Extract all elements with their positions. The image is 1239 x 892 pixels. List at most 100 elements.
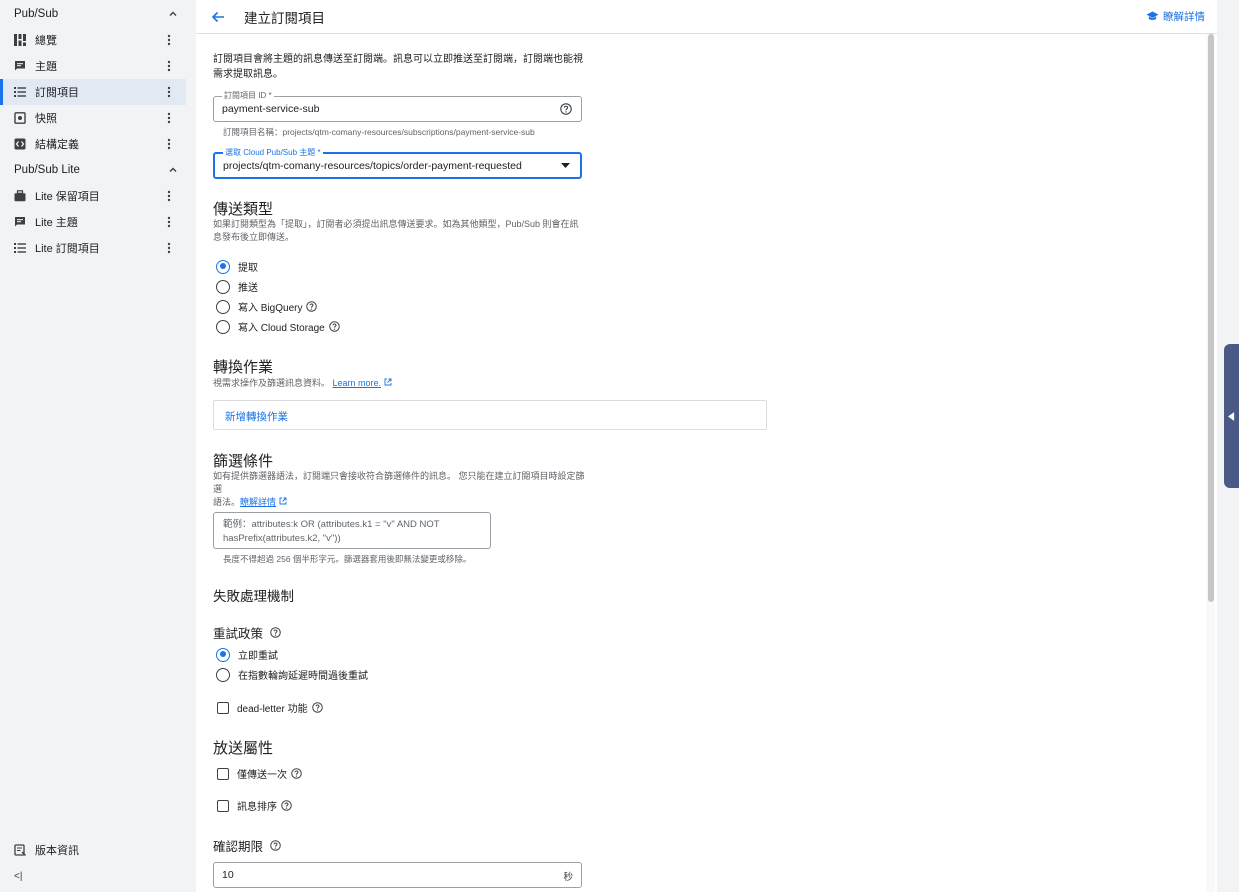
filter-learn-more-link[interactable]: 瞭解詳情	[240, 497, 276, 507]
radio-cloud-storage[interactable]: 寫入 Cloud Storage	[216, 319, 340, 334]
exactly-once-checkbox[interactable]: 僅傳送一次	[217, 766, 302, 781]
nav-section-label: Pub/Sub	[14, 8, 59, 20]
more-vert-icon[interactable]	[162, 111, 176, 125]
topic-icon	[14, 216, 26, 228]
filter-desc: 如有提供篩選器語法，訂閱端只會接收符合篩選條件的訊息。 您只能在建立訂閱項目時設…	[213, 470, 593, 509]
filter-desc-text: 語法。	[213, 497, 241, 507]
topic-select[interactable]: 選取 Cloud Pub/Sub 主題 * projects/qtm-coman…	[213, 148, 582, 179]
more-vert-icon[interactable]	[162, 189, 176, 203]
checkbox[interactable]	[217, 799, 229, 812]
ack-deadline-title: 確認期限	[213, 840, 264, 854]
release-notes-icon	[14, 844, 26, 856]
checkbox-label: 僅傳送一次	[237, 770, 287, 781]
dashboard-icon	[14, 34, 26, 46]
filter-heading: 篩選條件	[213, 453, 274, 470]
more-vert-icon[interactable]	[162, 33, 176, 47]
sidebar-item-lite-subscriptions[interactable]: Lite 訂閱項目	[0, 235, 186, 261]
radio-button[interactable]	[216, 319, 230, 334]
more-vert-icon[interactable]	[162, 241, 176, 255]
delivery-props-heading: 放送屬性	[213, 740, 274, 757]
radio-bigquery[interactable]: 寫入 BigQuery	[216, 299, 318, 314]
collapse-sidebar-button[interactable]: <|	[14, 871, 22, 882]
radio-retry-backoff[interactable]: 在指數輪詢延遲時間過後重試	[216, 667, 368, 682]
radio-label: 推送	[238, 283, 258, 294]
nav-section-pubsub[interactable]: Pub/Sub	[0, 1, 196, 27]
sidebar-item-schemas[interactable]: 結構定義	[0, 131, 186, 157]
sidebar-item-overview[interactable]: 總覽	[0, 27, 186, 53]
sidebar-item-label: Lite 保留項目	[35, 191, 100, 203]
sidebar-item-snapshots[interactable]: 快照	[0, 105, 186, 131]
snapshot-icon	[14, 112, 26, 124]
reservation-icon	[14, 190, 26, 202]
ack-deadline-input[interactable]: 10 秒	[213, 862, 582, 888]
help-icon[interactable]	[281, 800, 292, 811]
delivery-type-heading: 傳送類型	[213, 201, 274, 218]
learn-more-link[interactable]: 瞭解詳情	[1146, 9, 1205, 24]
message-ordering-checkbox[interactable]: 訊息排序	[217, 798, 292, 813]
help-icon[interactable]	[560, 103, 572, 115]
arrow-back-icon[interactable]	[210, 9, 226, 25]
help-icon[interactable]	[270, 627, 281, 638]
radio-pull[interactable]: 提取	[216, 259, 258, 274]
sidebar-item-label: Lite 主題	[35, 217, 78, 229]
sidebar-item-lite-reservations[interactable]: Lite 保留項目	[0, 183, 186, 209]
sidebar-item-subscriptions[interactable]: 訂閱項目	[0, 79, 186, 105]
field-value: projects/qtm-comany-resources/topics/ord…	[223, 160, 522, 172]
help-icon[interactable]	[311, 702, 323, 713]
filter-placeholder-line1: 範例：attributes:k OR (attributes.k1 = "v" …	[223, 519, 440, 530]
chevron-left-icon	[1228, 411, 1235, 421]
list-icon	[14, 86, 26, 98]
side-panel-toggle[interactable]	[1224, 344, 1239, 488]
checkbox-label: 訊息排序	[237, 802, 277, 813]
help-icon[interactable]	[328, 321, 340, 332]
filter-desc-line1: 如有提供篩選器語法，訂閱端只會接收符合篩選條件的訊息。 您只能在建立訂閱項目時設…	[213, 471, 585, 494]
filter-textarea[interactable]: 範例：attributes:k OR (attributes.k1 = "v" …	[213, 512, 491, 549]
sidebar-item-label: 主題	[35, 61, 57, 73]
help-icon[interactable]	[291, 768, 302, 779]
open-in-new-icon	[384, 378, 392, 386]
more-vert-icon[interactable]	[162, 85, 176, 99]
checkbox[interactable]	[217, 701, 229, 714]
radio-button[interactable]	[216, 667, 230, 682]
more-vert-icon[interactable]	[162, 59, 176, 73]
sidebar-item-label: 結構定義	[35, 139, 79, 151]
add-transform-card: 新增轉換作業	[213, 400, 767, 430]
nav-section-pubsub-lite[interactable]: Pub/Sub Lite	[0, 157, 196, 183]
page-header: 建立訂閱項目 瞭解詳情	[196, 0, 1217, 34]
ack-deadline-heading: 確認期限	[213, 836, 281, 855]
radio-label: 寫入 Cloud Storage	[238, 323, 325, 334]
help-icon[interactable]	[270, 840, 281, 851]
scrollbar-thumb[interactable]	[1208, 34, 1214, 602]
transforms-learn-more-link[interactable]: Learn more.	[333, 378, 382, 388]
radio-push[interactable]: 推送	[216, 279, 258, 294]
radio-retry-immediately[interactable]: 立即重試	[216, 647, 278, 662]
transforms-desc-text: 視需求操作及篩選訊息資料。	[213, 378, 331, 388]
delivery-type-desc: 如果訂閱類型為「提取」，訂閱者必須提出訊息傳送要求。如為其他類型，Pub/Sub…	[213, 219, 579, 242]
intro-text: 訂閱項目會將主題的訊息傳送至訂閱端。訊息可以立即推送至訂閱端，訂閱端也能視需求提…	[213, 54, 583, 80]
radio-button[interactable]	[216, 299, 230, 314]
checkbox[interactable]	[217, 767, 229, 780]
sidebar-item-release-notes[interactable]: 版本資訊	[0, 837, 186, 863]
chevron-up-icon	[169, 11, 177, 16]
sidebar-item-lite-topics[interactable]: Lite 主題	[0, 209, 186, 235]
sidebar-item-label: 快照	[35, 113, 57, 125]
nav-section-label: Pub/Sub Lite	[14, 164, 80, 176]
more-vert-icon[interactable]	[162, 137, 176, 151]
filter-placeholder-line2: hasPrefix(attributes.k2, "v"))	[223, 533, 341, 544]
more-vert-icon[interactable]	[162, 215, 176, 229]
list-icon	[14, 242, 26, 254]
radio-button[interactable]	[216, 259, 230, 274]
retry-policy-heading: 重試政策	[213, 623, 281, 642]
subscription-id-field[interactable]: 訂閱項目 ID * payment-service-sub	[213, 91, 582, 122]
sidebar-item-label: 訂閱項目	[35, 87, 79, 99]
sidebar-item-label: Lite 訂閱項目	[35, 243, 100, 255]
add-transform-button[interactable]: 新增轉換作業	[225, 409, 288, 424]
radio-button[interactable]	[216, 647, 230, 662]
topic-icon	[14, 60, 26, 72]
field-value: payment-service-sub	[222, 103, 320, 115]
help-icon[interactable]	[306, 301, 318, 312]
sidebar-item-topics[interactable]: 主題	[0, 53, 186, 79]
radio-label: 寫入 BigQuery	[238, 303, 303, 314]
radio-button[interactable]	[216, 279, 230, 294]
dead-letter-checkbox[interactable]: dead-letter 功能	[217, 700, 323, 715]
